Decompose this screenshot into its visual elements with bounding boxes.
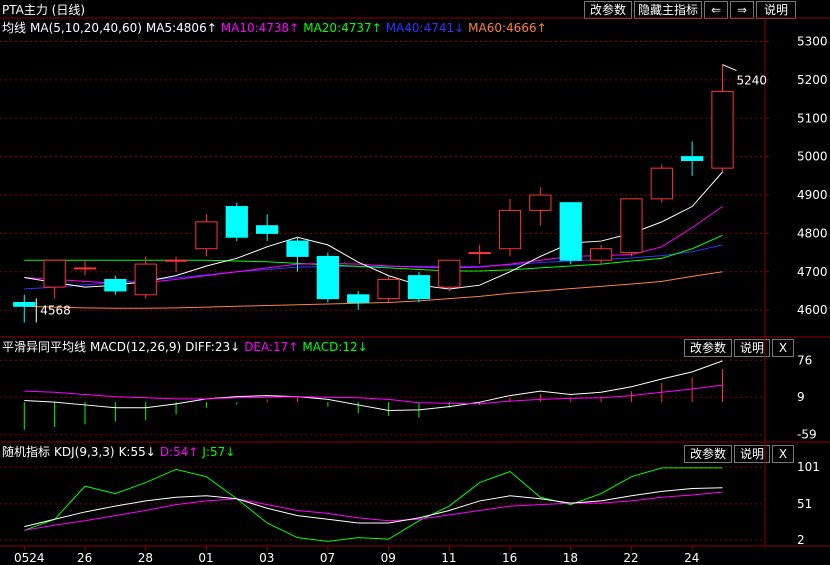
candle-body [104, 278, 127, 292]
x-tick-label: 16 [502, 551, 517, 565]
high-marker-label: 5240 [737, 74, 768, 88]
x-tick-label: 07 [320, 551, 335, 565]
candle-body [316, 255, 339, 300]
x-tick-label: 18 [563, 551, 578, 565]
candle-body [73, 267, 97, 270]
x-tick-label: 09 [381, 551, 396, 565]
candle-body [407, 275, 431, 300]
candle-body [681, 156, 704, 161]
candle-body [286, 240, 309, 257]
candle-body [498, 209, 522, 250]
candle-body [589, 248, 613, 261]
candle-body [195, 221, 218, 250]
candle-body [134, 263, 157, 296]
y-tick-label: 4700 [797, 265, 828, 279]
macd-y-tick-label: 9 [797, 390, 805, 404]
low-marker-label: 4568 [40, 303, 71, 317]
candle-body [711, 90, 734, 169]
k-line [24, 487, 723, 528]
high-marker-line [722, 64, 737, 71]
candle-body [650, 167, 673, 200]
candle-body [620, 198, 643, 254]
y-tick-label: 4800 [797, 226, 828, 240]
candle-body [377, 278, 400, 300]
candle-body [256, 225, 279, 234]
candle-body [347, 294, 370, 303]
y-tick-label: 4600 [797, 303, 828, 317]
kdj-y-tick-label: 51 [797, 497, 812, 511]
x-tick-label: 26 [77, 551, 92, 565]
candle-body [164, 259, 188, 262]
candle-body [438, 259, 461, 288]
macd-y-tick-label: -59 [797, 428, 817, 442]
kdj-y-tick-label: 101 [797, 460, 820, 474]
x-tick-label: 11 [441, 551, 456, 565]
x-tick-label: 22 [623, 551, 638, 565]
ma5-line [24, 171, 723, 290]
x-tick-label: 24 [684, 551, 699, 565]
kdj-y-tick-label: 2 [797, 533, 805, 547]
j-line [24, 467, 723, 542]
diff-line [24, 360, 723, 411]
y-tick-label: 5200 [797, 73, 828, 87]
y-tick-label: 4900 [797, 188, 828, 202]
candle-body [468, 252, 491, 255]
ma20-line [24, 234, 723, 272]
dea-line [24, 384, 723, 405]
candle-body [529, 194, 552, 211]
candle-body [43, 259, 66, 288]
candle-body [13, 301, 36, 307]
price-chart[interactable]: 5300 5200 5100 5000 4900 4800 4700 4600 5240 4568… [0, 0, 830, 565]
x-tick-label: 28 [138, 551, 153, 565]
candle-body [225, 206, 248, 238]
x-tick-label: 03 [259, 551, 274, 565]
ma10-line [24, 206, 723, 284]
ma60-line [24, 271, 723, 309]
y-tick-label: 5100 [797, 111, 828, 125]
x-tick-label: 01 [198, 551, 213, 565]
macd-y-tick-label: 76 [797, 353, 812, 367]
y-tick-label: 5300 [797, 35, 828, 49]
x-tick-label: 0524 [14, 551, 45, 565]
y-tick-label: 5000 [797, 150, 828, 164]
candle-body [559, 202, 582, 261]
